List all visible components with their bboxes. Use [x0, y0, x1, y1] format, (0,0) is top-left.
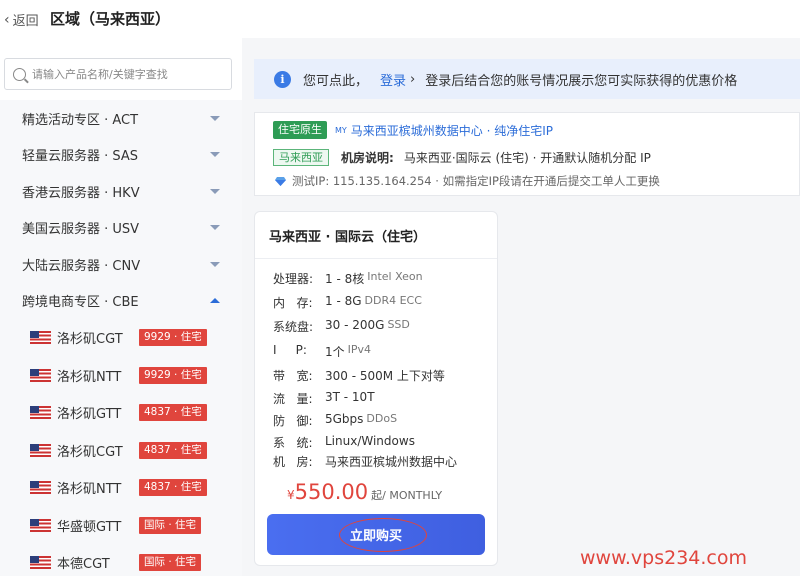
sub-item-badge: 9929 · 住宅: [139, 366, 207, 384]
price-period: 起/ MONTHLY: [371, 489, 443, 502]
menu-item-label: 香港云服务器 · HKV: [22, 185, 140, 201]
top-bar: ‹ 返回 区域（马来西亚）: [0, 0, 800, 38]
menu-item-cbe[interactable]: 跨境电商专区 · CBE: [0, 283, 242, 320]
menu-item-label: 轻量云服务器 · SAS: [22, 149, 139, 165]
us-flag-icon: [30, 481, 51, 495]
product-card: 马来西亚 · 国际云（住宅） 处理器: 1 - 8核 Intel Xeon 内 …: [254, 211, 498, 566]
page-title: 区域（马来西亚）: [50, 10, 171, 28]
menu-item-hkv[interactable]: 香港云服务器 · HKV: [0, 173, 242, 210]
sub-item-name: 华盛顿GTT: [57, 519, 122, 535]
sub-item-name: 洛杉矶NTT: [57, 369, 122, 385]
us-flag-icon: [30, 443, 51, 457]
spec-os: 系 统: Linux/Windows: [273, 434, 415, 450]
divider: [255, 258, 497, 259]
sub-item-name: 洛杉矶CGT: [57, 332, 123, 348]
menu-item-label: 美国云服务器 · USV: [22, 222, 140, 238]
menu-item-label: 跨境电商专区 · CBE: [22, 295, 139, 311]
sub-item-badge: 4837 · 住宅: [139, 479, 207, 497]
spec-traffic: 流 量: 3T - 10T: [273, 390, 375, 406]
back-button[interactable]: ‹ 返回: [4, 10, 39, 30]
sub-item[interactable]: 洛杉矶CGT 4837 · 住宅: [0, 432, 242, 470]
sub-item-badge: 4837 · 住宅: [139, 404, 207, 422]
sub-item[interactable]: 洛杉矶NTT 4837 · 住宅: [0, 469, 242, 507]
us-flag-icon: [30, 368, 51, 382]
sub-item-badge: 9929 · 住宅: [139, 329, 207, 347]
spec-ip: I P: 1个 IPv4: [273, 343, 372, 359]
sub-item[interactable]: 洛杉矶GTT 4837 · 住宅: [0, 394, 242, 432]
search-icon: [13, 67, 26, 81]
sub-item-badge: 国际 · 住宅: [139, 554, 202, 572]
back-label: 返回: [12, 14, 39, 29]
region-tag: 马来西亚: [273, 149, 329, 166]
notice-text: 登录后结合您的账号情况展示您可实际获得的优惠价格: [425, 73, 738, 89]
login-link[interactable]: 登录: [380, 70, 406, 89]
highlight-circle: [339, 518, 427, 552]
currency-symbol: ¥: [287, 488, 295, 502]
us-flag-icon: [30, 556, 51, 570]
sub-item[interactable]: 本德CGT 国际 · 住宅: [0, 544, 242, 576]
diamond-icon: [275, 176, 286, 186]
spec-memory: 内 存: 1 - 8G DDR4 ECC: [273, 294, 422, 310]
search-box[interactable]: [4, 58, 232, 90]
menu-item-cnv[interactable]: 大陆云服务器 · CNV: [0, 246, 242, 283]
spec-ddos: 防 御: 5Gbps DDoS: [273, 412, 398, 428]
watermark: www.vps234.com: [580, 547, 748, 569]
sub-item[interactable]: 华盛顿GTT 国际 · 住宅: [0, 507, 242, 545]
country-code: MY: [335, 125, 347, 135]
spec-cpu: 处理器: 1 - 8核 Intel Xeon: [273, 270, 423, 286]
spec-datacenter: 机 房: 马来西亚槟城州数据中心: [273, 455, 458, 469]
sub-item-name: 洛杉矶GTT: [57, 407, 122, 423]
chevron-down-icon: [210, 261, 220, 267]
sub-item[interactable]: 洛杉矶CGT 9929 · 住宅: [0, 319, 242, 357]
sub-item-badge: 4837 · 住宅: [139, 441, 207, 459]
sidebar: 精选活动专区 · ACT 轻量云服务器 · SAS 香港云服务器 · HKV 美…: [0, 38, 242, 576]
menu-item-label: 精选活动专区 · ACT: [22, 112, 139, 128]
menu-item-label: 大陆云服务器 · CNV: [22, 258, 141, 274]
sub-item-name: 本德CGT: [57, 557, 110, 573]
chevron-down-icon: [210, 152, 220, 158]
residential-tag: 住宅原生: [273, 121, 327, 139]
test-ip-text: 测试IP: 115.135.164.254 · 如需指定IP段请在开通后提交工单…: [292, 174, 660, 188]
us-flag-icon: [30, 406, 51, 420]
chevron-up-icon: [210, 298, 220, 304]
spec-disk: 系统盘: 30 - 200G SSD: [273, 318, 410, 334]
desc-label: 机房说明:: [341, 151, 394, 165]
price: ¥ 550.00 起/ MONTHLY: [287, 480, 442, 504]
menu-item-act[interactable]: 精选活动专区 · ACT: [0, 100, 242, 137]
us-flag-icon: [30, 331, 51, 345]
sub-item-name: 洛杉矶NTT: [57, 482, 122, 498]
us-flag-icon: [30, 518, 51, 532]
chevron-left-icon: ‹: [4, 11, 10, 28]
desc-value: 马来西亚·国际云 (住宅) · 开通默认随机分配 IP: [403, 151, 651, 165]
login-notice: i 您可点此， 登录 › 登录后结合您的账号情况展示您可实际获得的优惠价格: [254, 59, 800, 99]
sub-item-badge: 国际 · 住宅: [139, 516, 202, 534]
chevron-down-icon: [210, 188, 220, 194]
product-title: 马来西亚 · 国际云（住宅）: [269, 230, 426, 245]
spec-bandwidth: 带 宽: 300 - 500M 上下对等: [273, 369, 445, 383]
datacenter-link[interactable]: 马来西亚槟城州数据中心 · 纯净住宅IP: [351, 122, 553, 139]
menu-item-usv[interactable]: 美国云服务器 · USV: [0, 210, 242, 247]
menu-item-sas[interactable]: 轻量云服务器 · SAS: [0, 137, 242, 174]
notice-prefix: 您可点此，: [303, 73, 369, 89]
buy-now-button[interactable]: 立即购买: [267, 514, 485, 555]
chevron-down-icon: [210, 225, 220, 231]
category-menu: 精选活动专区 · ACT 轻量云服务器 · SAS 香港云服务器 · HKV 美…: [0, 100, 242, 576]
sub-item[interactable]: 洛杉矶NTT 9929 · 住宅: [0, 357, 242, 395]
datacenter-info: 住宅原生 MY 马来西亚槟城州数据中心 · 纯净住宅IP 马来西亚 机房说明: …: [254, 112, 800, 196]
sub-item-name: 洛杉矶CGT: [57, 444, 123, 460]
search-input[interactable]: [32, 67, 222, 81]
info-icon: i: [274, 70, 291, 88]
chevron-down-icon: [210, 115, 220, 121]
chevron-right-icon: ›: [410, 71, 416, 87]
price-amount: 550.00: [294, 480, 369, 504]
